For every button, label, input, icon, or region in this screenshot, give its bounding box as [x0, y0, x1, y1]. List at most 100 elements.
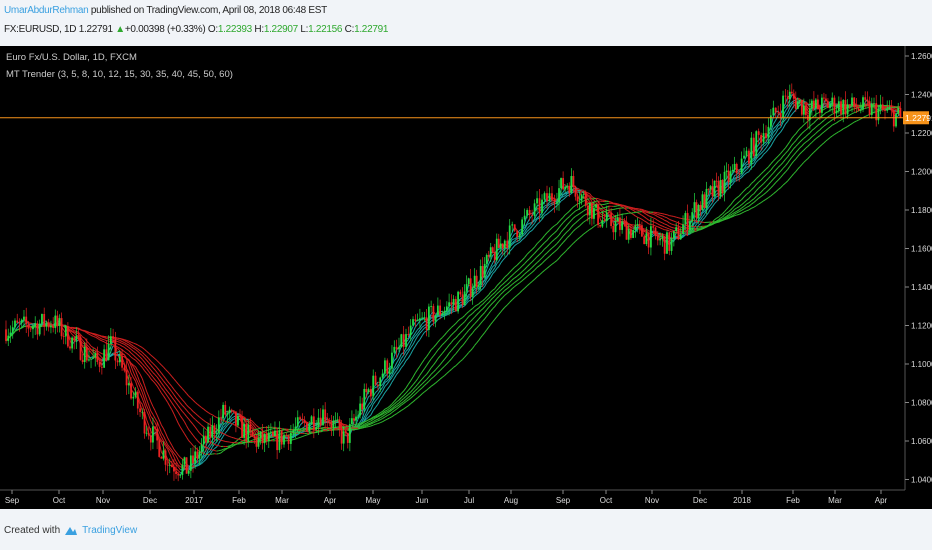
ma-35-segment — [421, 368, 425, 373]
ma-50-segment — [160, 372, 164, 376]
ma-35-segment — [541, 242, 545, 246]
candle — [136, 390, 139, 415]
ma-15-segment — [158, 419, 162, 426]
ma-35-segment — [630, 208, 634, 211]
ma-30-segment — [484, 296, 488, 300]
price-chart[interactable]: 1.260001.240001.220001.200001.180001.160… — [0, 46, 932, 509]
ma-60-segment — [504, 304, 508, 308]
ma-50-segment — [196, 414, 200, 418]
ma-15-segment — [738, 177, 742, 180]
ma-50-segment — [472, 329, 476, 334]
ma-30-segment — [460, 317, 463, 320]
ma-50-segment — [807, 143, 811, 147]
ma-40-segment — [637, 209, 640, 212]
ma-50-segment — [498, 299, 502, 302]
ma-60-segment — [671, 215, 674, 218]
ma-35-segment — [504, 279, 508, 283]
ma-45-segment — [144, 357, 147, 361]
ma-60-segment — [229, 422, 232, 425]
ma-40-segment — [368, 420, 372, 423]
ma-60-segment — [97, 334, 100, 337]
ma-50-segment — [186, 404, 190, 408]
ma-50-segment — [562, 239, 566, 243]
ma-40-segment — [184, 413, 187, 417]
ma-12-segment — [736, 176, 740, 179]
ma-60-segment — [583, 232, 587, 235]
ma-60-segment — [541, 269, 545, 273]
close-label: C: — [344, 24, 355, 35]
ma-60-segment — [154, 358, 158, 362]
ma-60-segment — [763, 198, 767, 202]
ma-30-segment — [165, 398, 169, 403]
ma-35-segment — [359, 423, 363, 426]
ma-40-segment — [793, 146, 797, 149]
ma-50-segment — [446, 361, 450, 365]
ma-60-segment — [575, 239, 578, 242]
ma-35-segment — [141, 363, 145, 367]
ma-40-segment — [581, 210, 584, 213]
chart-panel[interactable]: 1.260001.240001.220001.200001.180001.160… — [0, 46, 932, 509]
ma-45-segment — [496, 296, 500, 299]
ma-15-segment — [768, 145, 772, 150]
ma-60-segment — [531, 278, 535, 282]
ma-30-segment — [163, 395, 166, 400]
ma-30-segment — [514, 264, 518, 268]
ma-60-segment — [780, 184, 784, 189]
ma-30-segment — [536, 240, 540, 245]
ma-35-segment — [524, 260, 528, 264]
ma-30-segment — [795, 130, 799, 135]
ma-15-segment — [251, 420, 255, 424]
candle — [75, 327, 78, 350]
ma-15-segment — [412, 345, 416, 350]
ma-30-segment — [743, 187, 747, 192]
ma-35-segment — [171, 402, 175, 407]
ma-40-segment — [171, 396, 175, 401]
ma-40-segment — [819, 121, 823, 125]
ma-30-segment — [405, 384, 409, 389]
ma-30-segment — [738, 192, 742, 197]
author-link[interactable]: UmarAbdurRehman — [4, 5, 89, 16]
ma-15-segment — [90, 345, 94, 348]
ma-60-segment — [196, 403, 200, 407]
ma-35-segment — [194, 437, 198, 441]
ma-45-segment — [526, 269, 530, 273]
ma-40-segment — [777, 164, 781, 168]
ma-60-segment — [175, 381, 179, 385]
ma-60-segment — [141, 347, 145, 350]
ma-12-segment — [414, 335, 419, 341]
ma-35-segment — [173, 405, 177, 410]
ma-60-segment — [587, 228, 591, 232]
ma-35-segment — [498, 285, 502, 289]
ma-45-segment — [408, 394, 412, 398]
ma-35-segment — [801, 131, 805, 134]
ma-30-segment — [498, 281, 502, 285]
ma-45-segment — [484, 309, 488, 313]
ma-60-segment — [192, 399, 196, 403]
ma-35-segment — [139, 361, 143, 365]
ma-15-segment — [254, 423, 257, 426]
ma-30-segment — [150, 378, 154, 382]
ma-30-segment — [556, 221, 560, 225]
ma-15-segment — [421, 332, 425, 337]
candle — [143, 408, 146, 439]
ma-15-segment — [405, 357, 409, 362]
ma-35-segment — [813, 120, 817, 124]
ma-50-segment — [655, 213, 658, 215]
ma-35-segment — [167, 396, 171, 400]
ma-40-segment — [662, 222, 665, 225]
ma-50-segment — [225, 434, 228, 437]
ma-50-segment — [380, 418, 383, 421]
ma-12-segment — [526, 228, 530, 232]
ma-50-segment — [671, 219, 675, 222]
ma-45-segment — [441, 358, 445, 363]
ma-15-segment — [82, 336, 85, 339]
ma-35-segment — [551, 232, 555, 236]
ma-50-segment — [797, 153, 801, 157]
ma-35-segment — [97, 335, 100, 339]
ma-30-segment — [482, 298, 486, 302]
ma-40-segment — [666, 224, 670, 227]
ma-40-segment — [813, 126, 817, 130]
symbol-name: FX:EURUSD, 1D — [4, 24, 77, 35]
ma-50-segment — [821, 131, 825, 134]
ma-35-segment — [212, 449, 215, 452]
